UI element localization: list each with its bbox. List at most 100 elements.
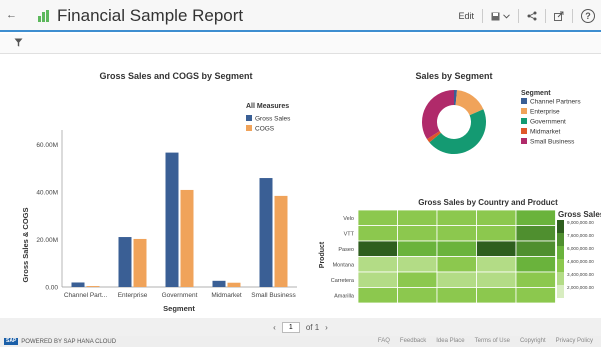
heatmap-cell[interactable]: [476, 256, 517, 273]
heatmap-cell[interactable]: [476, 287, 517, 304]
heatmap-legend-swatch: [557, 285, 564, 298]
export-icon[interactable]: [554, 11, 564, 21]
heatmap-cell[interactable]: [357, 240, 398, 257]
heatmap-legend-title: Gross Sales: [558, 210, 601, 219]
legend-label: Enterprise: [530, 109, 560, 116]
heatmap-legend-label: 7,600,000.00: [567, 233, 594, 238]
app-header: ← Financial Sample Report Edit ?: [0, 0, 601, 32]
heatmap-cell[interactable]: [397, 240, 438, 257]
bar-cogs[interactable]: [180, 189, 194, 287]
heatmap-cell[interactable]: [476, 209, 517, 226]
heatmap-cell[interactable]: [357, 209, 398, 226]
heatmap-cell[interactable]: [397, 225, 438, 242]
heatmap-legend-swatch: [557, 272, 564, 285]
heatmap-cell[interactable]: [515, 256, 556, 273]
heatmap-cell[interactable]: [476, 271, 517, 288]
heatmap-cell[interactable]: [397, 256, 438, 273]
help-icon[interactable]: ?: [581, 9, 595, 23]
heatmap-cell[interactable]: [436, 240, 477, 257]
save-menu-button[interactable]: [491, 12, 510, 21]
heatmap-legend-label: 6,000,000.00: [567, 246, 594, 251]
heatmap-cell[interactable]: [397, 271, 438, 288]
footer-link-idea-place[interactable]: Idea Place: [436, 338, 464, 344]
bar-cogs[interactable]: [133, 238, 147, 287]
heatmap-cell[interactable]: [515, 209, 556, 226]
heatmap-cell[interactable]: [515, 225, 556, 242]
heatmap-legend-swatch: [557, 220, 564, 233]
donut-legend-title: Segment: [521, 90, 551, 97]
heatmap-cell[interactable]: [515, 240, 556, 257]
heatmap-cell[interactable]: [357, 225, 398, 242]
bar-cogs[interactable]: [86, 286, 100, 287]
bar-gross-sales[interactable]: [259, 178, 273, 287]
footer: SAP POWERED BY SAP HANA CLOUD FAQ Feedba…: [0, 336, 601, 347]
heatmap-cell[interactable]: [436, 225, 477, 242]
heatmap-cell[interactable]: [357, 287, 398, 304]
bar-cogs[interactable]: [274, 195, 288, 287]
heatmap-cell[interactable]: [397, 209, 438, 226]
heatmap-title: Gross Sales by Country and Product: [418, 198, 558, 207]
footer-link-terms[interactable]: Terms of Use: [475, 338, 510, 344]
bar-gross-sales[interactable]: [165, 152, 179, 287]
heatmap-cell[interactable]: [436, 256, 477, 273]
legend-label: COGS: [255, 126, 275, 133]
heatmap-y-axis-label: Product: [319, 241, 326, 268]
legend-swatch: [521, 138, 527, 144]
bar-y-tick-label: 40.00M: [36, 189, 58, 196]
legend-swatch: [521, 108, 527, 114]
bar-gross-sales[interactable]: [118, 237, 132, 287]
edit-button[interactable]: Edit: [458, 11, 474, 21]
sap-logo: SAP: [4, 338, 19, 345]
powered-by-text: POWERED BY SAP HANA CLOUD: [21, 338, 117, 345]
heatmap-cell[interactable]: [515, 287, 556, 304]
bar-cogs[interactable]: [227, 282, 241, 287]
bar-x-tick-label: Channel Part...: [64, 292, 108, 299]
toolbar-divider: [518, 9, 519, 23]
toolbar-divider: [572, 9, 573, 23]
legend-label: Midmarket: [530, 129, 561, 136]
footer-link-faq[interactable]: FAQ: [378, 338, 390, 344]
page-number-input[interactable]: [281, 321, 300, 333]
chevron-left-icon[interactable]: ‹: [273, 323, 276, 332]
pagination: ‹ of 1 ›: [0, 318, 601, 336]
bar-legend: Gross Sales COGS: [246, 115, 291, 133]
heatmap-legend-label: 3,400,000.00: [567, 272, 594, 277]
donut-chart: Sales by Segment Segment Channel Partner…: [415, 71, 581, 154]
bar-x-tick-label: Small Business: [251, 292, 296, 299]
chevron-down-icon: [503, 13, 510, 19]
heatmap-cell[interactable]: [436, 209, 477, 226]
filter-icon[interactable]: [14, 38, 23, 47]
heatmap-row-label: Amarilla: [334, 293, 355, 299]
bar-y-tick-label: 20.00M: [36, 237, 58, 244]
chevron-right-icon[interactable]: ›: [325, 323, 328, 332]
bar-gross-sales[interactable]: [71, 282, 85, 287]
heatmap-cell[interactable]: [357, 256, 398, 273]
heatmap-cell[interactable]: [436, 271, 477, 288]
heatmap-cell[interactable]: [436, 287, 477, 304]
heatmap-cell[interactable]: [397, 287, 438, 304]
footer-link-copyright[interactable]: Copyright: [520, 338, 546, 344]
heatmap-cell[interactable]: [515, 271, 556, 288]
bar-gross-sales[interactable]: [212, 280, 226, 287]
footer-link-privacy[interactable]: Privacy Policy: [556, 338, 593, 344]
legend-swatch: [521, 128, 527, 134]
heatmap-legend-label: 9,000,000.00: [567, 220, 594, 225]
charts-area: Gross Sales and COGS by Segment All Meas…: [21, 71, 601, 313]
page-title: Financial Sample Report: [57, 6, 244, 25]
back-arrow-icon[interactable]: ←: [6, 9, 17, 21]
bar-x-tick-label: Midmarket: [211, 292, 242, 299]
heatmap-cell[interactable]: [476, 240, 517, 257]
footer-link-feedback[interactable]: Feedback: [400, 338, 426, 344]
share-icon[interactable]: [527, 11, 537, 21]
legend-label: Government: [530, 119, 566, 126]
heatmap-row-labels: Velo VTT Paseo Montana Carretera Amarilla: [331, 216, 355, 300]
legend-label: Gross Sales: [255, 116, 291, 123]
save-icon: [491, 12, 500, 20]
filter-bar: [0, 34, 601, 54]
toolbar-divider: [482, 9, 483, 23]
donut-slice[interactable]: [421, 90, 454, 140]
heatmap-cell[interactable]: [476, 225, 517, 242]
heatmap-cell[interactable]: [357, 271, 398, 288]
legend-label: Small Business: [530, 139, 575, 146]
toolbar-divider: [545, 9, 546, 23]
